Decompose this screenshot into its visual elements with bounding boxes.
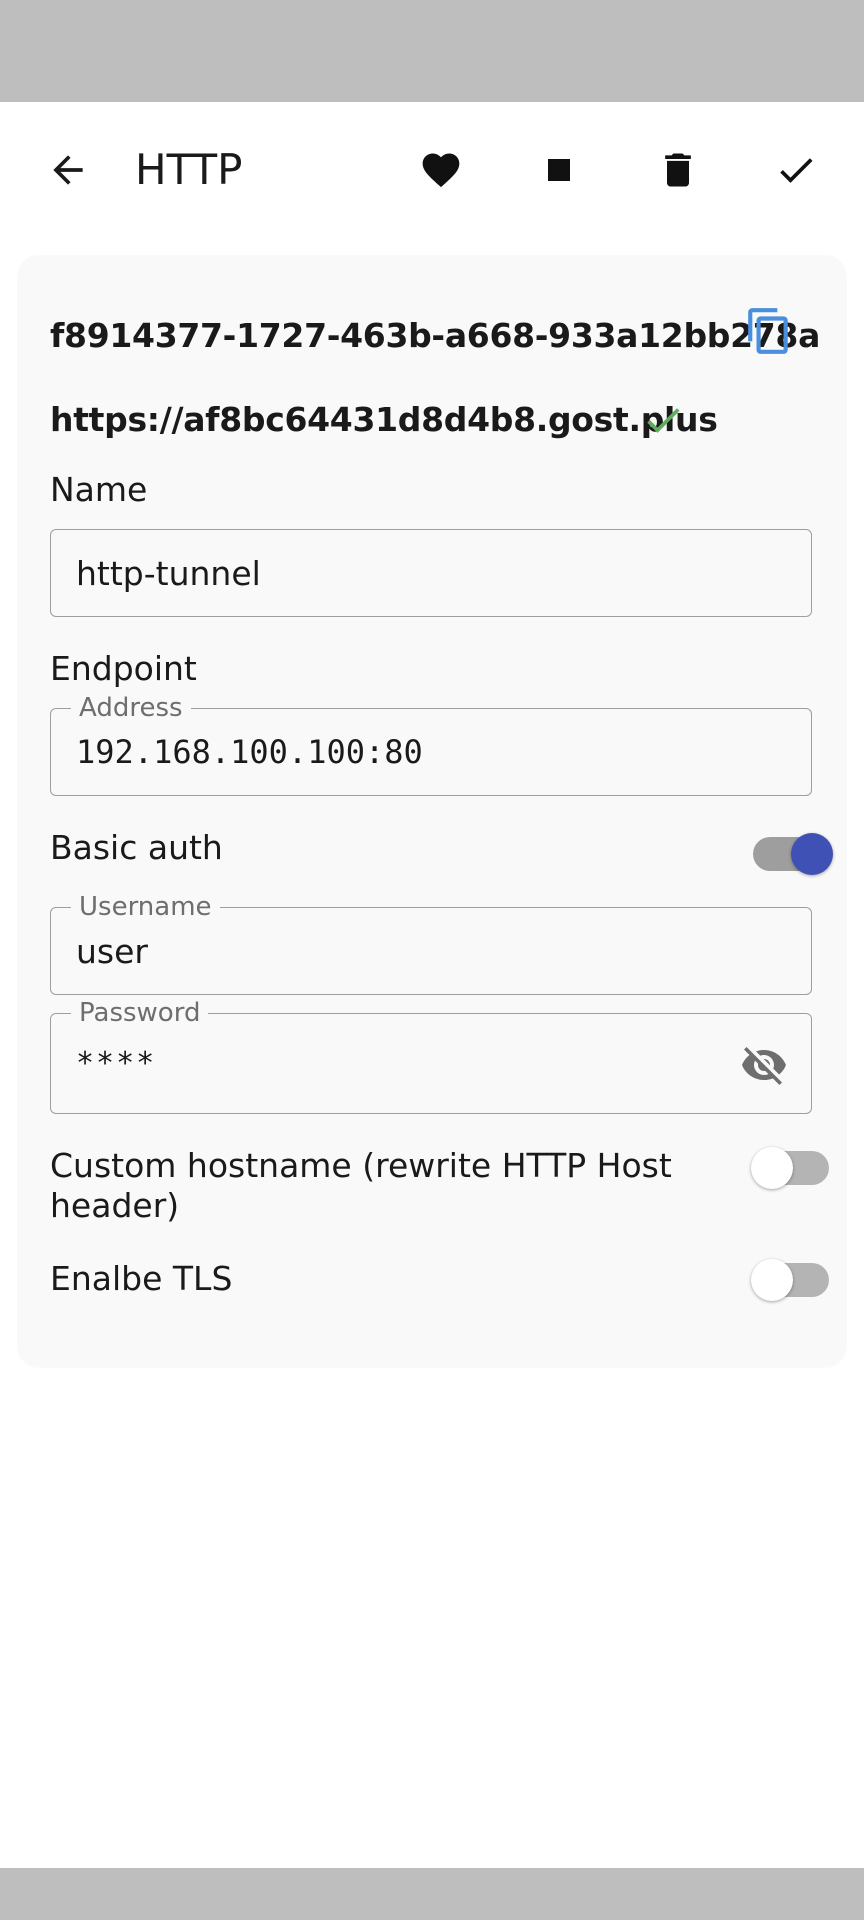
favorite-button[interactable] <box>409 138 473 202</box>
save-button[interactable] <box>764 138 828 202</box>
tunnel-url-row: https://af8bc64431d8d4b8.gost.plus <box>50 389 718 449</box>
check-icon <box>780 158 813 183</box>
username-field[interactable]: Username user <box>50 892 812 995</box>
toggle-thumb <box>751 1259 793 1301</box>
stop-icon <box>548 159 570 181</box>
toggle-thumb <box>751 1147 793 1189</box>
trash-icon <box>665 153 691 187</box>
navigation-bar <box>0 1868 864 1920</box>
tunnel-id: f8914377-1727-463b-a668-933a12bb278a <box>50 315 821 355</box>
status-bar <box>0 0 864 102</box>
username-value: user <box>76 931 148 971</box>
tls-label: Enalbe TLS <box>50 1259 233 1298</box>
tunnel-url[interactable]: https://af8bc64431d8d4b8.gost.plus <box>50 400 718 439</box>
basic-auth-toggle[interactable] <box>753 821 833 881</box>
address-value: 192.168.100.100:80 <box>76 733 423 771</box>
check-icon <box>647 408 680 433</box>
endpoint-label: Endpoint <box>50 649 197 688</box>
eye-off-icon <box>742 1047 786 1085</box>
stop-button[interactable] <box>527 138 591 202</box>
url-status <box>637 390 689 450</box>
page-title: HTTP <box>135 145 243 194</box>
tunnel-id-row: f8914377-1727-463b-a668-933a12bb278a <box>50 305 820 365</box>
copy-icon <box>748 308 788 354</box>
arrow-left-icon <box>53 155 83 185</box>
basic-auth-label: Basic auth <box>50 828 223 867</box>
name-value: http-tunnel <box>76 553 261 593</box>
name-label: Name <box>50 470 148 509</box>
back-button[interactable] <box>36 138 100 202</box>
custom-hostname-toggle[interactable] <box>751 1135 831 1195</box>
tls-toggle[interactable] <box>751 1247 831 1307</box>
toggle-password-visibility-button[interactable] <box>739 1040 789 1090</box>
tunnel-card: f8914377-1727-463b-a668-933a12bb278a htt… <box>17 255 847 1368</box>
copy-id-button[interactable] <box>739 299 799 363</box>
password-value: **** <box>76 1046 157 1081</box>
delete-button[interactable] <box>646 138 710 202</box>
password-field[interactable]: Password **** <box>50 998 812 1114</box>
custom-hostname-label: Custom hostname (rewrite HTTP Host heade… <box>50 1146 672 1225</box>
app-bar: HTTP <box>0 102 864 238</box>
heart-icon <box>422 153 460 188</box>
name-field[interactable]: http-tunnel <box>50 529 812 617</box>
toggle-thumb <box>791 833 833 875</box>
address-field[interactable]: Address 192.168.100.100:80 <box>50 693 812 796</box>
